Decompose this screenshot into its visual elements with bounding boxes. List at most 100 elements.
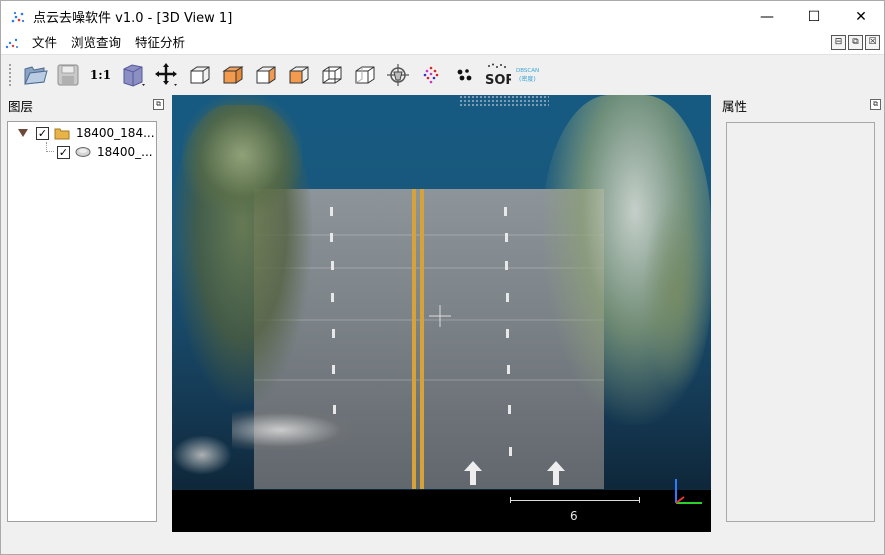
parked-car: [232, 410, 352, 450]
dots-cluster-icon: [457, 68, 471, 80]
sor-filter-icon: SOR: [485, 63, 511, 88]
pan-button[interactable]: [150, 59, 183, 91]
sor-filter-button[interactable]: SOR: [480, 59, 513, 91]
minimize-button[interactable]: —: [744, 1, 790, 32]
mdi-controls: ⊟ ⧉ ☒: [831, 35, 880, 50]
road-arrow-marking: [547, 461, 565, 485]
mdi-minimize-button[interactable]: ⊟: [831, 35, 846, 50]
properties-float-button[interactable]: ⧉: [870, 99, 881, 110]
3d-viewport[interactable]: 6: [172, 95, 711, 532]
scale-bar: [510, 497, 640, 503]
view-front-button[interactable]: [183, 59, 216, 91]
tree-item-label: 18400_184...: [76, 126, 155, 140]
view-back-button[interactable]: [315, 59, 348, 91]
menu-feature-analysis[interactable]: 特征分析: [128, 32, 192, 54]
axis-triad-icon: [675, 479, 702, 504]
cube-view-button[interactable]: [117, 59, 150, 91]
lane-dash: [506, 329, 509, 338]
lane-dash: [509, 447, 512, 456]
save-icon: [57, 64, 78, 85]
dbscan-filter-button[interactable]: DBSCAN (密度): [513, 59, 546, 91]
parked-car: [172, 435, 232, 475]
lane-dash: [331, 261, 334, 270]
lane-dash: [332, 329, 335, 338]
lane-dash: [330, 207, 333, 216]
view-bottom-button[interactable]: [348, 59, 381, 91]
layers-float-button[interactable]: ⧉: [153, 99, 164, 110]
view-top-button[interactable]: [216, 59, 249, 91]
lane-dash: [505, 233, 508, 242]
sor-label: SOR: [485, 73, 511, 88]
layer-tree: ✓ 18400_184... ✓ 18400_...: [7, 121, 157, 522]
pick-point-icon: [386, 63, 409, 86]
tree-right-foliage: [642, 195, 711, 395]
scale-tick: [639, 497, 640, 503]
maximize-button[interactable]: ☐: [791, 1, 837, 32]
lane-dash: [332, 365, 335, 374]
collapse-arrow-icon[interactable]: [18, 129, 28, 137]
properties-panel: [726, 122, 875, 522]
pick-point-button[interactable]: [381, 59, 414, 91]
layer-checkbox[interactable]: ✓: [36, 126, 49, 140]
lane-dash: [506, 293, 509, 302]
tree-left-foliage: [182, 95, 302, 215]
dbscan-filter-icon: DBSCAN (密度): [516, 68, 539, 83]
dbscan-sub-label: (密度): [519, 75, 536, 83]
view-right-button[interactable]: [282, 59, 315, 91]
title-bar: 点云去噪软件 v1.0 - [3D View 1] — ☐ ✕: [1, 1, 884, 32]
zoom-1to1-button[interactable]: 1:1: [84, 59, 117, 91]
random-points-button[interactable]: [414, 59, 447, 91]
mdi-close-button[interactable]: ☒: [865, 35, 880, 50]
road-arrow-marking: [464, 461, 482, 485]
dbscan-label: DBSCAN: [516, 68, 539, 74]
yellow-lane-line: [420, 189, 424, 489]
road-scanline: [254, 379, 604, 381]
close-button[interactable]: ✕: [838, 1, 884, 32]
properties-panel-title: 属性: [722, 99, 748, 114]
lane-dash: [331, 293, 334, 302]
save-button[interactable]: [51, 59, 84, 91]
view-front-icon: [190, 66, 209, 83]
scale-tick: [510, 497, 511, 503]
random-points-icon: [423, 66, 438, 83]
menu-file[interactable]: 文件: [25, 32, 64, 54]
point-cloud-icon: [75, 146, 91, 158]
lane-dash: [505, 261, 508, 270]
pan-move-icon: [154, 62, 177, 86]
toolbar-grip[interactable]: [8, 62, 12, 87]
menu-browse-query[interactable]: 浏览查询: [64, 32, 128, 54]
open-folder-icon: [23, 65, 48, 85]
window-title: 点云去噪软件 v1.0 - [3D View 1]: [33, 11, 233, 26]
point-cloud-canopy: [459, 95, 549, 107]
crosshair-icon: [429, 305, 451, 327]
tree-item-dataset[interactable]: ✓ 18400_184...: [18, 124, 155, 142]
lane-dash: [507, 365, 510, 374]
toolbar: 1:1 SOR DBSCAN (密度): [1, 54, 884, 94]
layers-panel-title: 图层: [8, 99, 34, 114]
scale-label: 6: [570, 509, 578, 523]
folder-icon: [54, 127, 70, 140]
cube-view-icon: [123, 63, 145, 87]
document-icon: [5, 36, 19, 50]
open-button[interactable]: [18, 59, 51, 91]
app-window: 点云去噪软件 v1.0 - [3D View 1] — ☐ ✕ 文件 浏览查询 …: [0, 0, 885, 555]
lane-dash: [504, 207, 507, 216]
viewport-floor: [172, 490, 711, 532]
menu-bar: 文件 浏览查询 特征分析 ⊟ ⧉ ☒: [1, 32, 884, 54]
view-top-icon: [221, 65, 244, 84]
tree-connector: [46, 142, 54, 152]
lane-dash: [330, 233, 333, 242]
view-bottom-icon: [355, 66, 374, 83]
view-back-icon: [322, 66, 341, 83]
dots-cluster-button[interactable]: [447, 59, 480, 91]
view-left-button[interactable]: [249, 59, 282, 91]
lane-dash: [508, 405, 511, 414]
layer-checkbox[interactable]: ✓: [57, 145, 70, 159]
tree-item-label: 18400_...: [97, 145, 153, 159]
view-right-icon: [289, 66, 308, 83]
mdi-restore-button[interactable]: ⧉: [848, 35, 863, 50]
yellow-lane-line: [412, 189, 416, 489]
tree-item-cloud[interactable]: ✓ 18400_...: [57, 143, 153, 161]
app-logo-icon: [10, 9, 26, 25]
view-left-icon: [256, 65, 275, 84]
